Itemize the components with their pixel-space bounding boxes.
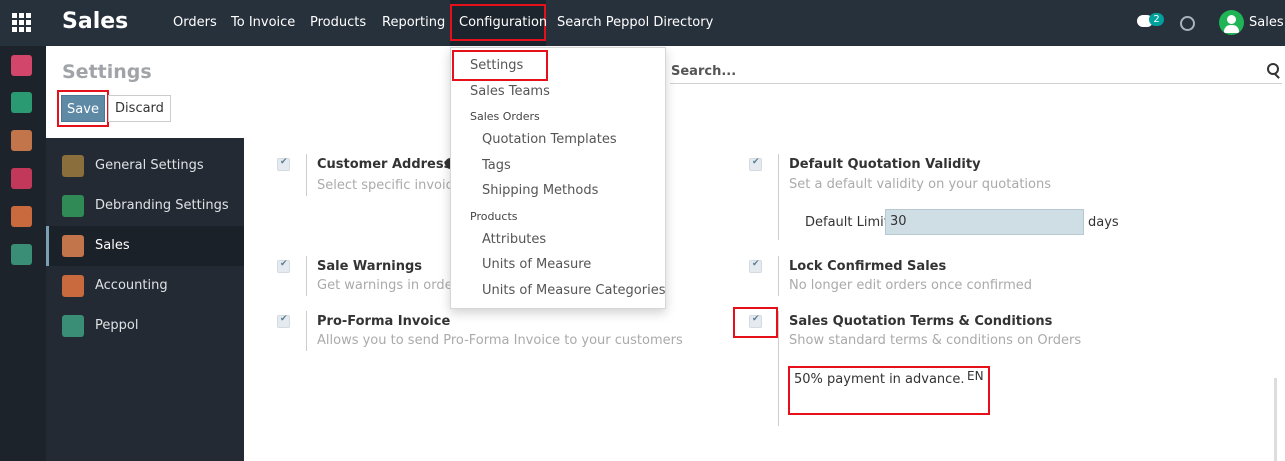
- search-input[interactable]: Search...: [671, 64, 736, 79]
- setting-divider: [306, 256, 307, 296]
- page-title: Settings: [62, 61, 152, 83]
- setting-divider: [778, 154, 779, 240]
- sidebar-item-label: Debranding Settings: [95, 198, 229, 213]
- default-validity-checkbox[interactable]: [749, 157, 762, 171]
- scrollbar[interactable]: [1274, 378, 1277, 461]
- sale-warnings-checkbox[interactable]: [277, 259, 290, 273]
- menu-products[interactable]: Products: [310, 15, 366, 30]
- default-validity-desc: Set a default validity on your quotation…: [789, 177, 1051, 192]
- menu-header-products: Products: [470, 210, 518, 223]
- customer-addresses-checkbox[interactable]: [277, 157, 290, 171]
- tag-icon: [62, 195, 84, 217]
- user-avatar[interactable]: [1219, 10, 1244, 35]
- proforma-desc: Allows you to send Pro-Forma Invoice to …: [317, 333, 683, 348]
- lock-confirmed-desc: No longer edit orders once confirmed: [789, 278, 1033, 293]
- proforma-checkbox[interactable]: [277, 314, 290, 328]
- apps-menu-icon[interactable]: [12, 13, 32, 33]
- user-name[interactable]: Sales: [1249, 15, 1284, 30]
- lock-confirmed-title: Lock Confirmed Sales: [789, 259, 947, 274]
- terms-title: Sales Quotation Terms & Conditions: [789, 314, 1053, 329]
- menu-to-invoice[interactable]: To Invoice: [231, 15, 295, 30]
- sales-app-icon[interactable]: [11, 130, 32, 151]
- menu-item-uom-categories[interactable]: Units of Measure Categories: [482, 283, 666, 298]
- sidebar-item-accounting[interactable]: Accounting: [46, 266, 244, 306]
- document-icon: [62, 315, 84, 337]
- terms-desc: Show standard terms & conditions on Orde…: [789, 333, 1082, 348]
- highlight-box-save: [57, 90, 109, 127]
- days-unit-label: days: [1088, 215, 1119, 230]
- chart-icon: [62, 235, 84, 257]
- sale-warnings-desc: Get warnings in orders: [317, 278, 465, 293]
- inventory-app-icon[interactable]: [11, 168, 32, 189]
- menu-item-sales-teams[interactable]: Sales Teams: [470, 84, 550, 99]
- peppol-app-icon[interactable]: [11, 244, 32, 265]
- sidebar-item-label: Sales: [95, 238, 130, 253]
- setting-divider: [306, 154, 307, 196]
- discard-button[interactable]: Discard: [108, 95, 171, 122]
- lock-confirmed-checkbox[interactable]: [749, 259, 762, 273]
- default-limit-label: Default Limit:: [805, 215, 894, 230]
- search-underline: [670, 83, 1282, 84]
- menu-orders[interactable]: Orders: [173, 15, 217, 30]
- setting-divider: [306, 311, 307, 351]
- invoicing-app-icon[interactable]: [11, 206, 32, 227]
- highlight-box-terms-checkbox: [733, 307, 778, 338]
- sidebar-item-sales[interactable]: Sales: [46, 226, 244, 266]
- sidebar-item-label: Peppol: [95, 318, 139, 333]
- setting-divider: [778, 311, 779, 426]
- highlight-box-terms-text: [788, 366, 990, 415]
- search-icon[interactable]: [1267, 63, 1279, 75]
- contacts-app-icon[interactable]: [11, 92, 32, 113]
- default-limit-input[interactable]: 30: [885, 209, 1084, 235]
- proforma-title: Pro-Forma Invoice: [317, 314, 451, 329]
- menu-header-sales-orders: Sales Orders: [470, 110, 540, 123]
- sidebar-item-debranding-settings[interactable]: Debranding Settings: [46, 186, 244, 226]
- menu-item-attributes[interactable]: Attributes: [482, 232, 546, 247]
- sale-warnings-title: Sale Warnings: [317, 259, 423, 274]
- sidebar-item-peppol[interactable]: Peppol: [46, 306, 244, 346]
- menu-item-settings[interactable]: Settings: [470, 58, 523, 73]
- menu-configuration[interactable]: Configuration: [459, 15, 547, 30]
- menu-item-shipping-methods[interactable]: Shipping Methods: [482, 183, 598, 198]
- discuss-app-icon[interactable]: [11, 55, 32, 76]
- search-icon-handle: [1274, 73, 1280, 79]
- setting-divider: [778, 256, 779, 296]
- chat-count-badge: 2: [1149, 13, 1164, 26]
- sidebar-item-general-settings[interactable]: General Settings: [46, 146, 244, 186]
- menu-item-units-of-measure[interactable]: Units of Measure: [482, 257, 591, 272]
- menu-item-tags[interactable]: Tags: [482, 158, 511, 173]
- app-title: Sales: [62, 9, 129, 34]
- default-validity-title: Default Quotation Validity: [789, 157, 981, 172]
- gear-icon: [62, 155, 84, 177]
- invoice-icon: [62, 275, 84, 297]
- sidebar-item-label: Accounting: [95, 278, 168, 293]
- menu-item-quotation-templates[interactable]: Quotation Templates: [482, 132, 617, 147]
- sidebar-item-label: General Settings: [95, 158, 204, 173]
- activity-clock-icon[interactable]: [1180, 16, 1195, 31]
- menu-reporting[interactable]: Reporting: [382, 15, 445, 30]
- menu-search-peppol[interactable]: Search Peppol Directory: [557, 15, 713, 30]
